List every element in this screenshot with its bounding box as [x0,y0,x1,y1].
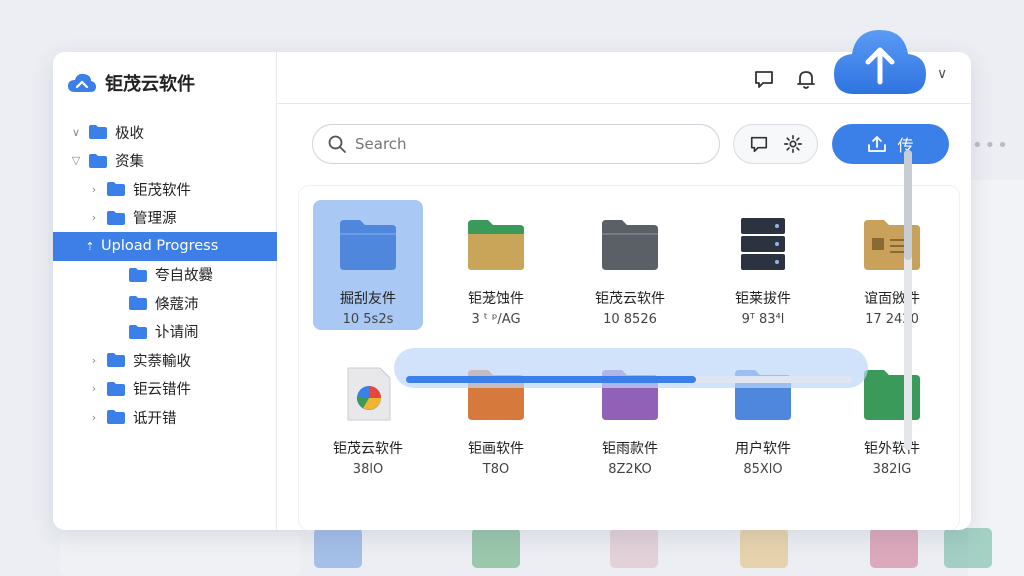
sidebar-item-5[interactable]: 夸自故爨 [53,261,277,290]
file-size: 382IG [872,462,912,477]
sidebar-item-1[interactable]: ▽ 资集 [53,147,277,176]
chevron-down-icon[interactable]: ▽ [69,154,83,167]
chevron-right-icon[interactable]: › [87,211,101,224]
document-folder-icon [864,220,920,270]
file-name: 用户软件 [735,441,791,457]
folder-icon [129,267,147,282]
folder-icon [107,381,125,396]
sidebar-item-label: 管理源 [133,211,177,228]
folder-icon [864,370,920,420]
chevron-right-icon[interactable]: › [87,411,101,424]
search-box[interactable] [312,124,720,164]
app-window: 钜茂云软件 ∨ 极收 ▽ 资集 › 钜茂软件 › 管理源 ⇡ Upload Pr… [53,52,971,530]
file-name: 钜茂云软件 [333,441,403,457]
sidebar-item-3[interactable]: › 管理源 [53,204,277,233]
sidebar-item-label: Upload Progress [101,238,219,255]
background-panel-bottom [60,532,300,576]
file-name: 钜雨款件 [602,441,658,457]
folder-icon [107,353,125,368]
chevron-right-icon[interactable]: › [87,183,101,196]
sidebar-item-8[interactable]: › 实萘輸收 [53,346,277,375]
file-size: 8Z2KO [608,462,652,477]
folder-icon [129,296,147,311]
file-size: 10 8526 [603,312,657,327]
chevron-down-icon[interactable]: ∨ [69,126,83,139]
file-item-2[interactable]: 钜茂云软件 10 8526 [575,200,685,330]
file-item-3[interactable]: 钜莱拔件 9ᵀ 83⁴l [708,200,818,330]
folder-icon [468,220,524,270]
chart-file-icon [347,367,391,421]
folder-icon [129,324,147,339]
sidebar-item-label: 实萘輸收 [133,353,191,370]
chevron-right-icon[interactable]: › [87,382,101,395]
app-title: 钜茂云软件 [105,74,195,95]
file-item-0[interactable]: 掘刮友件 10 5s2s [313,200,423,330]
scrollbar-thumb[interactable] [904,150,912,260]
file-name: 掘刮友件 [340,291,396,307]
cloud-logo-icon [68,73,96,92]
sidebar-item-label: 讣请闹 [155,325,199,342]
file-size: 3 ᵗ ᵖ/AG [471,312,521,327]
more-dots-icon: ••• [972,135,1010,156]
chevron-right-icon[interactable]: › [87,354,101,367]
folder-icon [107,182,125,197]
sidebar-item-6[interactable]: 倏蔻沛 [53,289,277,318]
tool-pill [733,124,818,164]
comment-icon[interactable] [753,68,775,90]
sidebar-item-7[interactable]: 讣请闹 [53,318,277,347]
sidebar-item-label: 极收 [115,125,144,142]
file-size: 10 5s2s [342,312,394,327]
bell-icon[interactable] [795,68,817,90]
upload-icon: ⇡ [85,239,95,253]
file-name: 钜茂云软件 [595,291,665,307]
sidebar-item-label: 诋开错 [133,410,177,427]
sidebar-item-label: 夸自故爨 [155,268,213,285]
upload-progress-fill [406,376,696,383]
search-input[interactable] [355,135,695,153]
folder-icon [89,125,107,140]
sidebar-item-0[interactable]: ∨ 极收 [53,118,277,147]
upload-button[interactable]: 传 [832,124,949,164]
file-name: 钜茏蚀件 [468,291,524,307]
comment-icon[interactable] [749,134,769,154]
sidebar-item-label: 资集 [115,154,144,171]
file-name: 钜莱拔件 [735,291,791,307]
folder-icon [89,153,107,168]
brand: 钜茂云软件 [67,70,195,96]
folder-icon [107,410,125,425]
file-size: T8O [482,462,510,477]
sidebar: 钜茂云软件 ∨ 极收 ▽ 资集 › 钜茂软件 › 管理源 ⇡ Upload Pr… [53,52,277,530]
sidebar-item-label: 倏蔻沛 [155,296,199,313]
search-icon [328,135,346,153]
file-item-4[interactable]: 谊靣敓件 17 2420 [837,200,947,330]
folder-icon [107,210,125,225]
server-icon [741,218,785,270]
file-size: 9ᵀ 83⁴l [741,312,785,327]
sidebar-item-10[interactable]: › 诋开错 [53,403,277,432]
file-size: 85XlO [743,462,783,477]
file-size: 38lO [352,462,384,477]
chevron-down-icon[interactable]: ∨ [937,66,947,82]
file-name: 钜画软件 [468,441,524,457]
gear-icon[interactable] [783,134,803,154]
sidebar-item-label: 钜云错件 [133,382,191,399]
sidebar-item-upload-progress[interactable]: ⇡ Upload Progress [53,232,277,261]
sidebar-item-label: 钜茂软件 [133,182,191,199]
cloud-upload-icon[interactable] [830,24,930,98]
upload-icon [868,136,887,152]
folder-icon [340,220,396,270]
folder-tree: ∨ 极收 ▽ 资集 › 钜茂软件 › 管理源 ⇡ Upload Progress… [53,118,277,432]
folder-icon [602,220,658,270]
sidebar-item-9[interactable]: › 钜云错件 [53,375,277,404]
file-item-1[interactable]: 钜茏蚀件 3 ᵗ ᵖ/AG [441,200,551,330]
sidebar-item-2[interactable]: › 钜茂软件 [53,175,277,204]
